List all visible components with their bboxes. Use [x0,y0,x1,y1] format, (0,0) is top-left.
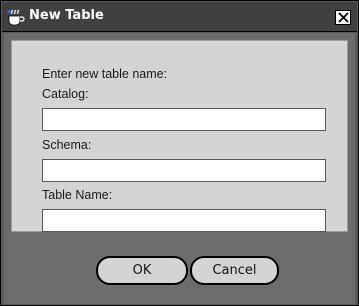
window-title: New Table [29,8,104,23]
close-button[interactable] [335,10,351,25]
form-panel: Enter new table name: Catalog: Schema: T… [11,40,348,232]
dialog-body: Enter new table name: Catalog: Schema: T… [4,33,355,304]
table-name-input[interactable] [42,209,326,232]
title-bar[interactable]: New Table [2,2,357,32]
catalog-label: Catalog: [42,87,89,101]
prompt-text: Enter new table name: [42,67,168,81]
table-name-label: Table Name: [42,188,113,202]
schema-input[interactable] [42,159,326,182]
catalog-input[interactable] [42,108,326,131]
java-coffee-icon [6,7,26,27]
dialog-window: New Table Enter new table name: Catalog:… [0,0,359,306]
schema-label: Schema: [42,138,92,152]
cancel-button[interactable]: Cancel [190,256,279,285]
close-x-icon [338,12,349,23]
ok-button[interactable]: OK [96,256,188,285]
